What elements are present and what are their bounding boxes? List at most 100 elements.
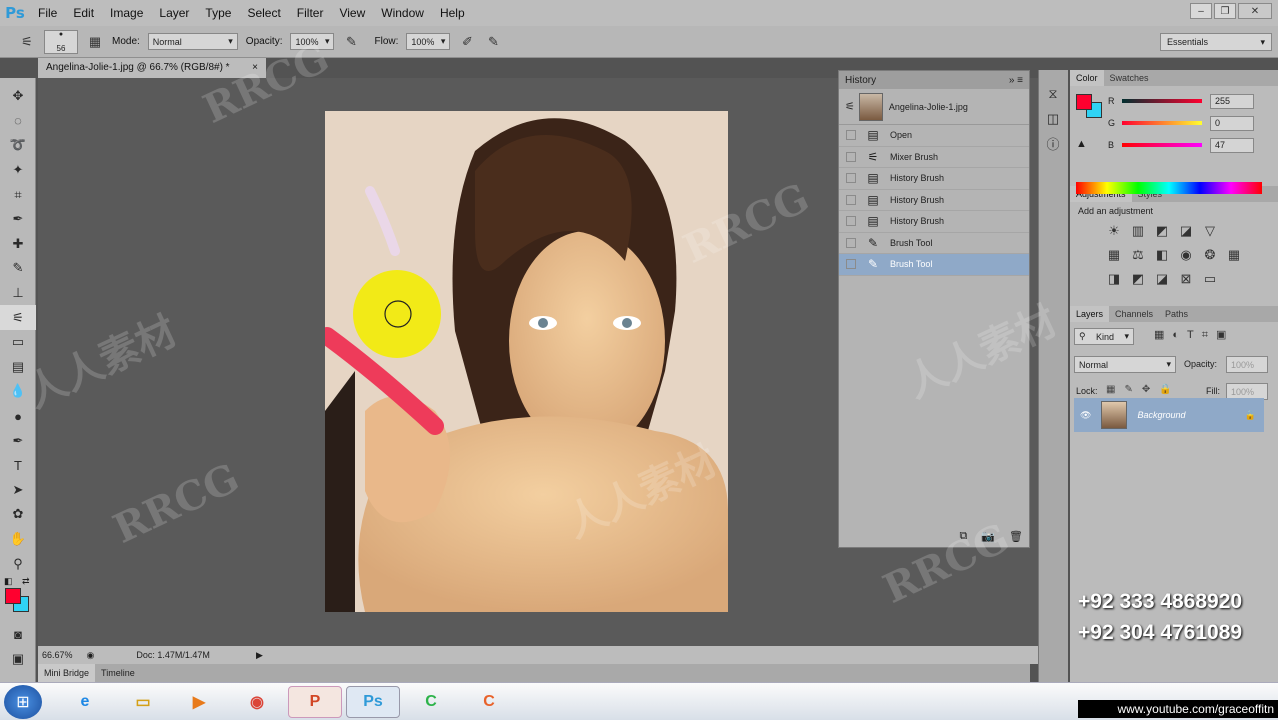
color-balance-icon[interactable]: ⚖ [1127,244,1149,266]
minimize-button[interactable]: – [1190,3,1212,19]
history-brush-source-icon[interactable]: ⚟ [845,100,855,113]
menu-type[interactable]: Type [197,0,239,26]
history-source-checkbox[interactable] [846,216,856,227]
brush-preset-picker[interactable]: ● 56 [44,29,78,54]
menu-file[interactable]: File [30,0,65,26]
history-state[interactable]: ▤ Open [839,125,1029,147]
menu-window[interactable]: Window [373,0,432,26]
history-source-checkbox[interactable] [846,259,856,270]
trash-icon[interactable]: 🗑 [1009,530,1023,543]
invert-icon[interactable]: ◨ [1103,268,1125,290]
pressure-opacity-icon[interactable]: ✎ [342,33,360,51]
flow-field[interactable]: 100% ▾ [406,33,451,50]
document-image[interactable] [325,111,728,612]
properties-panel-icon[interactable]: ◫ [1039,107,1067,132]
pen-tool-icon[interactable]: ✒ [0,428,36,453]
menu-image[interactable]: Image [102,0,151,26]
menu-filter[interactable]: Filter [289,0,332,26]
vibrance-icon[interactable]: ▽ [1199,220,1221,242]
green-value[interactable]: 0 [1210,115,1254,131]
quick-mask-icon[interactable]: ◙ [0,622,36,647]
history-title[interactable]: History [845,75,876,86]
history-source-checkbox[interactable] [846,194,856,205]
history-state[interactable]: ▤ History Brush [839,168,1029,190]
info-icon[interactable]: ⓘ [1039,131,1067,156]
menu-help[interactable]: Help [432,0,473,26]
layer-filter-icons[interactable]: ▦◐T⌗▣ [1154,328,1234,342]
red-slider[interactable] [1122,99,1202,103]
threshold-icon[interactable]: ◪ [1151,268,1173,290]
history-source-checkbox[interactable] [846,173,856,184]
clone-stamp-tool-icon[interactable]: ⊥ [0,281,36,306]
tab-mini-bridge[interactable]: Mini Bridge [38,664,96,682]
healing-brush-tool-icon[interactable]: ✚ [0,232,36,257]
path-selection-tool-icon[interactable]: ➤ [0,478,36,503]
zoom-readout[interactable]: 66.67% [42,650,73,660]
channel-mixer-icon[interactable]: ❂ [1199,244,1221,266]
swap-colors-icon[interactable]: ⇄ [22,576,30,587]
default-colors-icon[interactable]: ◧ [4,576,13,587]
camera-icon[interactable]: 📷 [981,530,995,543]
panel-menu-icon[interactable]: » ≡ [1009,75,1023,86]
blur-tool-icon[interactable]: 💧 [0,379,36,404]
history-snapshot[interactable]: ⚟ Angelina-Jolie-1.jpg [839,89,1029,125]
exposure-icon[interactable]: ◪ [1175,220,1197,242]
blue-value[interactable]: 47 [1210,137,1254,153]
green-slider[interactable] [1122,121,1202,125]
close-icon[interactable]: × [252,62,258,74]
hue-saturation-icon[interactable]: ▦ [1103,244,1125,266]
layer-row-background[interactable]: 👁 Background 🔒 [1074,398,1264,432]
history-source-checkbox[interactable] [846,130,856,141]
blend-mode-select[interactable]: Normal ▾ [1074,356,1176,373]
selective-color-icon[interactable]: ⊠ [1175,268,1197,290]
status-menu-arrow-icon[interactable]: ▶ [256,650,263,661]
pressure-size-icon[interactable]: ✎ [484,33,502,51]
lasso-tool-icon[interactable]: ➰ [0,133,36,158]
lock-icons[interactable]: ▦✎✥🔒 [1106,384,1181,395]
tab-swatches[interactable]: Swatches [1104,70,1155,86]
photoshop-taskbar-icon[interactable]: Ps [346,686,400,718]
color-lookup-icon[interactable]: ▦ [1223,244,1245,266]
history-state-selected[interactable]: ✎ Brush Tool [839,254,1029,276]
document-tab[interactable]: Angelina-Jolie-1.jpg @ 66.7% (RGB/8#) * × [38,58,266,78]
mixer-brush-tool-icon[interactable]: ⚟ [18,33,36,51]
airbrush-icon[interactable]: ✐ [458,33,476,51]
red-value[interactable]: 255 [1210,93,1254,109]
photo-filter-icon[interactable]: ◉ [1175,244,1197,266]
blue-slider[interactable] [1122,143,1202,147]
dodge-tool-icon[interactable]: ● [0,404,36,429]
tab-color[interactable]: Color [1070,70,1104,86]
black-white-icon[interactable]: ◧ [1151,244,1173,266]
menu-edit[interactable]: Edit [65,0,102,26]
gradient-tool-icon[interactable]: ▤ [0,355,36,380]
curves-icon[interactable]: ◩ [1151,220,1173,242]
internet-explorer-icon[interactable]: e [58,686,112,718]
start-button[interactable]: ⊞ [4,685,42,719]
mode-select[interactable]: Normal ▾ [147,33,238,50]
zoom-tool-icon[interactable]: ⚲ [0,551,36,576]
screen-mode-icon[interactable]: ▣ [0,646,36,671]
camtasia-studio-icon[interactable]: C [462,686,516,718]
tab-channels[interactable]: Channels [1109,306,1159,322]
powerpoint-icon[interactable]: P [288,686,342,718]
crop-tool-icon[interactable]: ⌗ [0,182,36,207]
eraser-tool-icon[interactable]: ▭ [0,330,36,355]
type-tool-icon[interactable]: T [0,453,36,478]
history-state[interactable]: ⚟ Mixer Brush [839,147,1029,168]
levels-icon[interactable]: ▥ [1127,220,1149,242]
chrome-icon[interactable]: ◉ [230,686,284,718]
history-panel-icon[interactable]: ⧖ [1039,82,1067,107]
eyedropper-tool-icon[interactable]: ✒ [0,207,36,232]
history-state[interactable]: ▤ History Brush [839,211,1029,233]
tab-paths[interactable]: Paths [1159,306,1194,322]
new-document-from-state-icon[interactable]: ⧉ [959,530,967,543]
color-spectrum-bar[interactable] [1076,182,1262,194]
tab-layers[interactable]: Layers [1070,306,1110,322]
marquee-tool-icon[interactable]: ◌ [0,109,36,134]
layer-opacity-field[interactable]: 100% [1226,356,1268,373]
brightness-contrast-icon[interactable]: ☀ [1103,220,1125,242]
opacity-field[interactable]: 100% ▾ [290,33,335,50]
gradient-map-icon[interactable]: ▭ [1199,268,1221,290]
layer-filter-kind[interactable]: ⚲ Kind ▾ [1074,328,1134,345]
menu-view[interactable]: View [331,0,373,26]
